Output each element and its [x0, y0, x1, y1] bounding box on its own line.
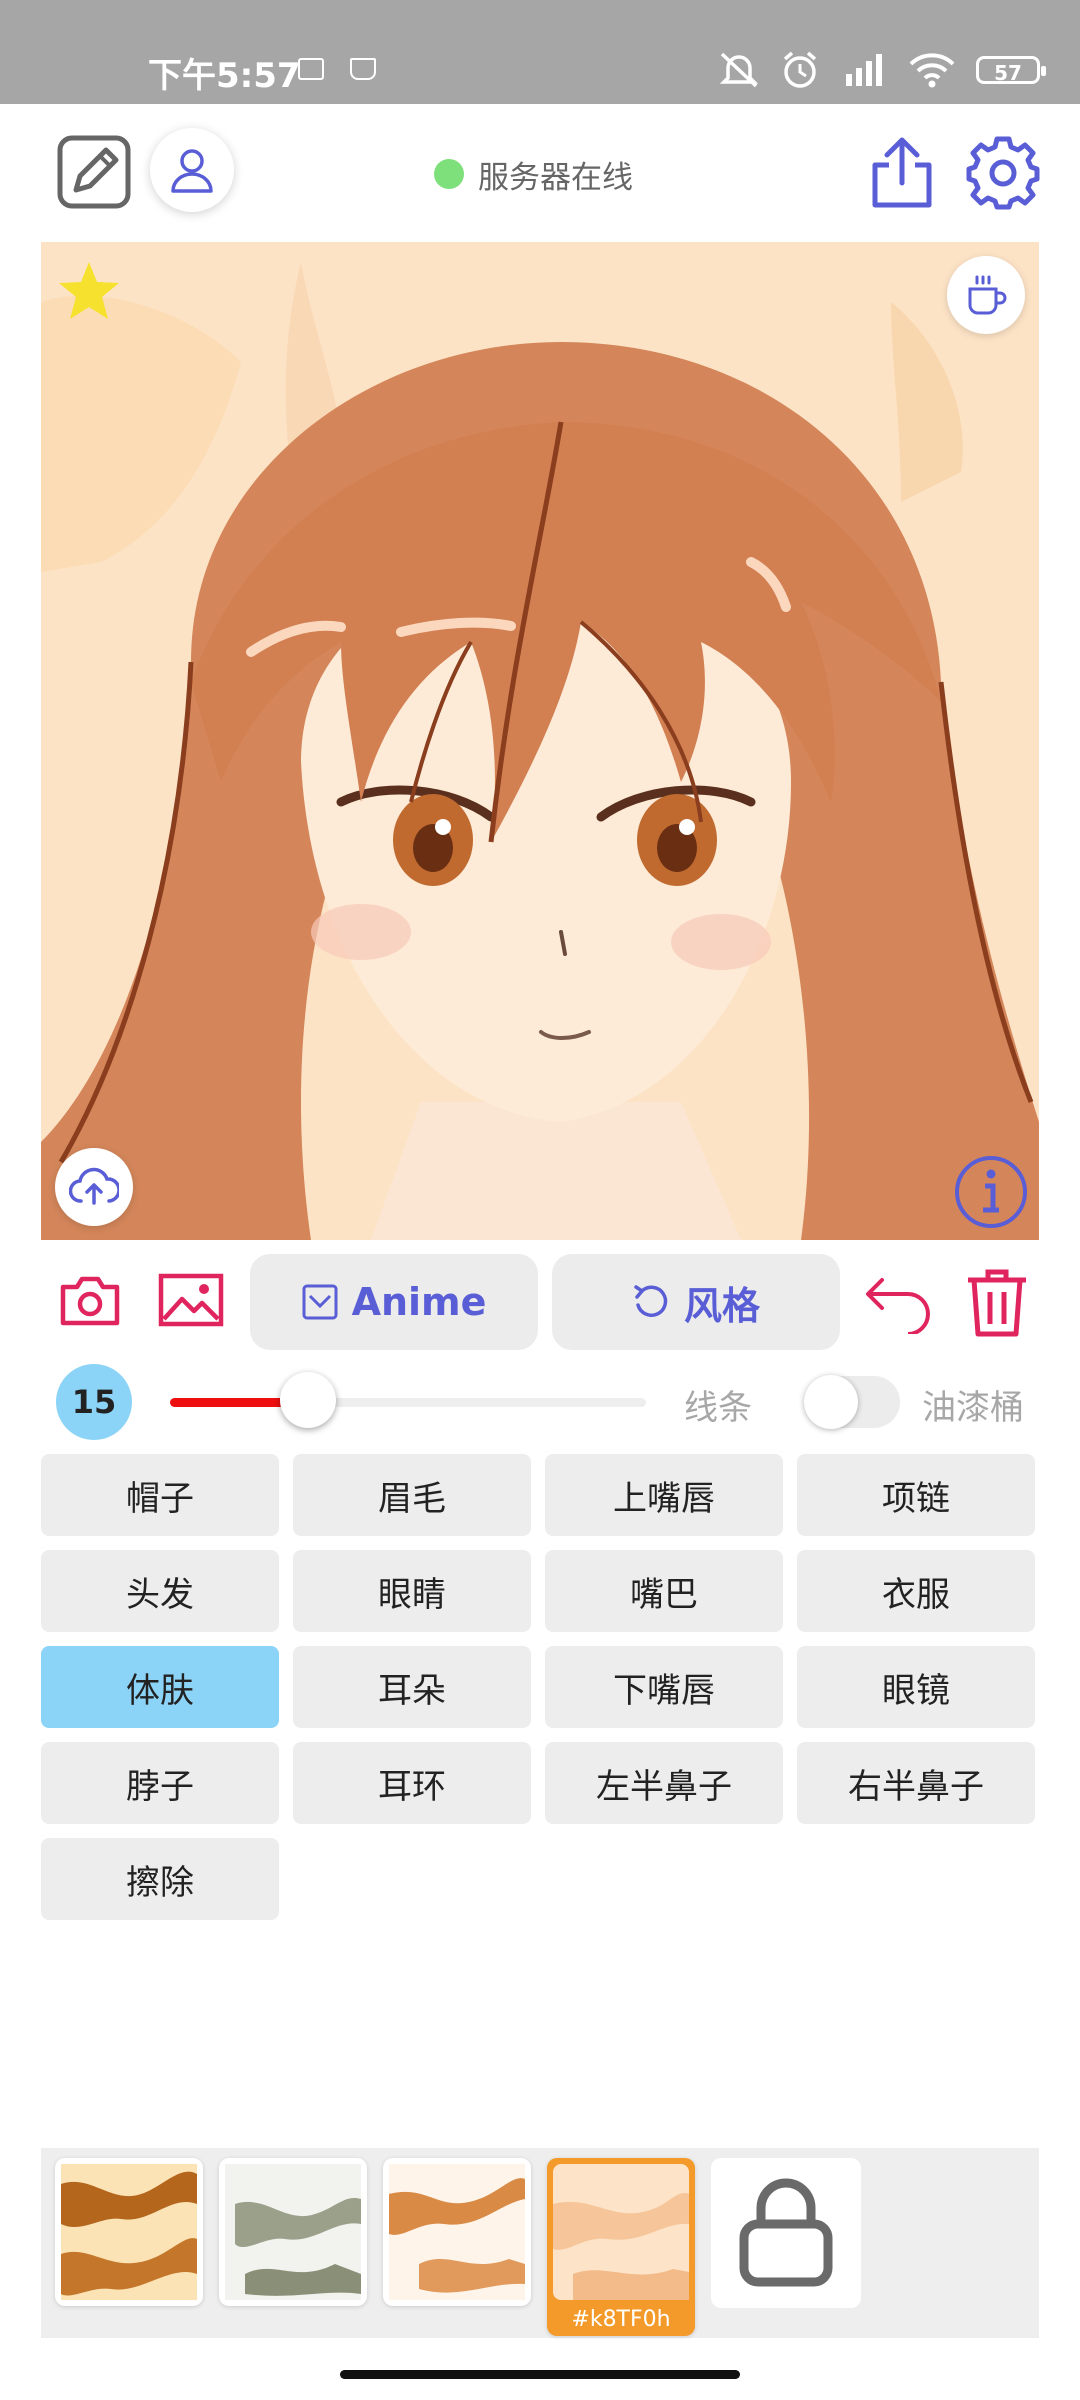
bucket-toggle[interactable]: [804, 1375, 900, 1429]
usb-icon: [350, 58, 376, 80]
palette-swatch-1[interactable]: [55, 2158, 203, 2306]
info-button[interactable]: [953, 1154, 1029, 1230]
status-icons: 57: [718, 48, 1046, 92]
undo-button[interactable]: [864, 1266, 934, 1336]
undo-icon: [866, 1278, 930, 1334]
swatch-texture-image: [553, 2164, 689, 2300]
palette-strip: #k8TF0h: [41, 2148, 1039, 2338]
part-chip[interactable]: 擦除: [41, 1838, 279, 1920]
home-indicator[interactable]: [340, 2370, 740, 2379]
mute-icon: [718, 50, 760, 90]
server-status-dot: [434, 159, 464, 189]
style-button[interactable]: 风格: [552, 1254, 840, 1350]
status-bar: 下午5:57 57: [0, 0, 1080, 104]
camera-button[interactable]: [56, 1270, 124, 1330]
wifi-icon: [908, 50, 956, 90]
part-chip[interactable]: 体肤: [41, 1646, 279, 1728]
lock-icon: [739, 2178, 833, 2287]
anime-button-label: Anime: [351, 1280, 487, 1324]
camera-icon: [60, 1276, 120, 1326]
brush-size-badge: 15: [56, 1364, 132, 1440]
part-chip[interactable]: 上嘴唇: [545, 1454, 783, 1536]
swatch-texture-image: [389, 2164, 525, 2300]
alarm-icon: [780, 50, 820, 90]
share-button[interactable]: [864, 134, 940, 212]
anime-button[interactable]: Anime: [250, 1254, 538, 1350]
part-chip[interactable]: 嘴巴: [545, 1550, 783, 1632]
palette-swatch-2[interactable]: [219, 2158, 367, 2306]
swatch-texture-image: [61, 2164, 197, 2300]
trash-icon: [968, 1269, 1026, 1337]
server-status: 服务器在线: [434, 152, 633, 196]
image-icon: [158, 1273, 224, 1327]
line-mode-label: 线条: [684, 1388, 752, 1428]
drawing-canvas[interactable]: [41, 242, 1039, 1240]
part-chip[interactable]: 耳环: [293, 1742, 531, 1824]
bucket-label: 油漆桶: [922, 1388, 1024, 1428]
part-chip[interactable]: 帽子: [41, 1454, 279, 1536]
battery-indicator: 57: [976, 56, 1046, 85]
refresh-icon: [634, 1285, 668, 1318]
part-chip[interactable]: 耳朵: [293, 1646, 531, 1728]
part-chip[interactable]: 右半鼻子: [797, 1742, 1035, 1824]
signal-icon: [840, 50, 888, 90]
bucket-toggle-knob: [804, 1375, 858, 1429]
brush-size-slider[interactable]: [170, 1372, 646, 1428]
share-icon: [872, 137, 932, 208]
swatch-texture-image: [225, 2164, 361, 2300]
gallery-button[interactable]: [156, 1270, 226, 1330]
sim-icon: [298, 58, 324, 80]
selected-palette-code: #k8TF0h: [571, 2307, 671, 2332]
upload-button[interactable]: [55, 1148, 133, 1226]
settings-button[interactable]: [964, 134, 1042, 212]
style-button-label: 风格: [683, 1283, 760, 1328]
info-icon: [955, 1156, 1027, 1228]
part-chip[interactable]: 下嘴唇: [545, 1646, 783, 1728]
favorite-star-icon[interactable]: [57, 260, 121, 326]
part-chip[interactable]: 头发: [41, 1550, 279, 1632]
coffee-icon: [968, 275, 1007, 315]
anime-portrait-image: [41, 242, 1039, 1240]
palette-swatch-3[interactable]: [383, 2158, 531, 2306]
part-chip[interactable]: 脖子: [41, 1742, 279, 1824]
brush-size-slider-thumb[interactable]: [280, 1372, 337, 1428]
locked-palette-tile[interactable]: [711, 2158, 861, 2308]
delete-button[interactable]: [962, 1264, 1032, 1340]
part-chip[interactable]: 眼睛: [293, 1550, 531, 1632]
coffee-button[interactable]: [947, 256, 1025, 334]
part-chip[interactable]: 衣服: [797, 1550, 1035, 1632]
edit-icon: [57, 135, 131, 209]
edit-button[interactable]: [56, 134, 132, 210]
mail-icon: [302, 1284, 338, 1320]
user-icon: [171, 149, 213, 193]
server-status-text: 服务器在线: [478, 159, 633, 196]
part-chip[interactable]: 眉毛: [293, 1454, 531, 1536]
status-time: 下午5:57: [148, 56, 301, 96]
user-button[interactable]: [150, 128, 234, 212]
part-chip[interactable]: 左半鼻子: [545, 1742, 783, 1824]
gear-icon: [966, 136, 1040, 210]
part-chip[interactable]: 眼镜: [797, 1646, 1035, 1728]
upload-icon: [69, 1167, 119, 1205]
part-chip[interactable]: 项链: [797, 1454, 1035, 1536]
palette-swatch-4-selected[interactable]: #k8TF0h: [547, 2158, 695, 2336]
